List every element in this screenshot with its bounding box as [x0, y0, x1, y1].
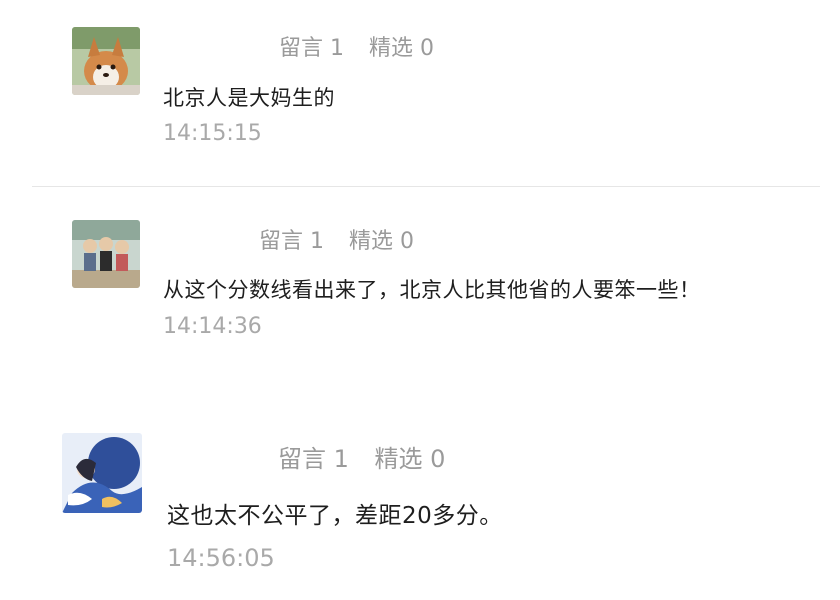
reply-count[interactable]: 留言 1	[259, 229, 324, 254]
comment-stats: 留言 1 精选 0	[279, 30, 452, 62]
comment-timestamp: 14:56:05	[167, 544, 275, 572]
comment-timestamp: 14:14:36	[163, 314, 262, 339]
comment-timestamp: 14:15:15	[163, 121, 262, 146]
comment-divider	[32, 186, 820, 187]
comment-text: 这也太不公平了，差距20多分。	[167, 503, 503, 529]
reply-count[interactable]: 留言 1	[278, 445, 349, 473]
corgi-dog-avatar-icon[interactable]	[72, 27, 140, 95]
featured-count[interactable]: 精选 0	[375, 445, 446, 473]
comment-stats: 留言 1 精选 0	[278, 439, 463, 474]
reply-count[interactable]: 留言 1	[279, 36, 344, 61]
comment-stats: 留言 1 精选 0	[259, 223, 432, 255]
comment-text: 北京人是大妈生的	[163, 86, 335, 110]
featured-count[interactable]: 精选 0	[349, 229, 414, 254]
featured-count[interactable]: 精选 0	[369, 36, 434, 61]
comment-text: 从这个分数线看出来了，北京人比其他省的人要笨一些！	[163, 278, 701, 302]
anime-girl-avatar-icon[interactable]	[62, 433, 142, 513]
group-of-people-avatar-icon[interactable]	[72, 220, 140, 288]
